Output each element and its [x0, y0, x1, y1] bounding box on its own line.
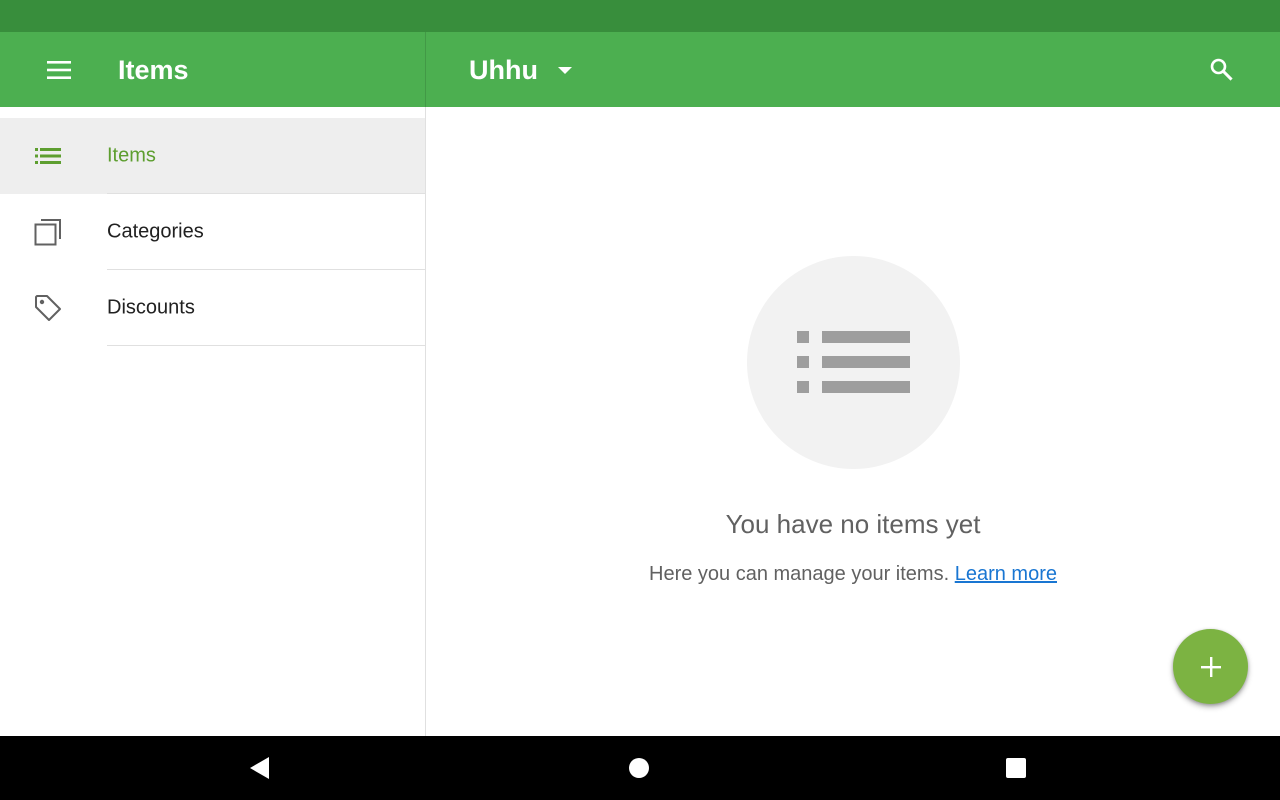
main-content: You have no items yet Here you can manag…	[426, 107, 1280, 736]
sidebar-item-categories[interactable]: Categories	[0, 194, 425, 270]
recents-button[interactable]	[996, 748, 1036, 788]
back-button[interactable]	[240, 748, 280, 788]
menu-button[interactable]	[34, 45, 84, 95]
categories-icon	[34, 219, 61, 246]
list-icon	[797, 331, 910, 393]
list-icon	[35, 148, 61, 164]
app-bar: Items Uhhu	[0, 32, 1280, 107]
sidebar-item-items[interactable]: Items	[0, 118, 425, 194]
sidebar-item-label: Categories	[107, 220, 204, 243]
empty-state-subtitle: Here you can manage your items. Learn mo…	[426, 563, 1280, 586]
chevron-down-icon	[557, 66, 572, 74]
search-button[interactable]	[1196, 45, 1246, 93]
plus-icon	[1200, 656, 1221, 677]
search-icon	[1210, 58, 1233, 81]
learn-more-link[interactable]: Learn more	[955, 563, 1057, 585]
sidebar-item-label: Discounts	[107, 296, 195, 319]
app-bar-divider	[425, 32, 426, 107]
sidebar: Items Categories Discounts	[0, 107, 426, 736]
empty-state-title: You have no items yet	[725, 509, 981, 539]
system-navigation-bar	[0, 736, 1280, 800]
empty-state-text: Here you can manage your items.	[649, 563, 950, 585]
sidebar-item-label: Items	[107, 144, 156, 167]
location-label: Uhhu	[469, 55, 538, 85]
recents-icon	[1006, 758, 1026, 778]
divider	[107, 193, 425, 194]
tag-icon	[35, 295, 61, 321]
sidebar-item-discounts[interactable]: Discounts	[0, 270, 425, 346]
page-title: Items	[118, 55, 189, 85]
hamburger-menu-icon	[47, 61, 71, 79]
home-icon	[629, 758, 649, 778]
back-icon	[250, 757, 269, 779]
location-dropdown[interactable]: Uhhu	[459, 46, 582, 94]
empty-state-illustration	[747, 256, 960, 469]
divider	[107, 345, 425, 346]
status-bar	[0, 0, 1280, 32]
home-button[interactable]	[619, 748, 659, 788]
add-item-button[interactable]	[1173, 629, 1248, 704]
